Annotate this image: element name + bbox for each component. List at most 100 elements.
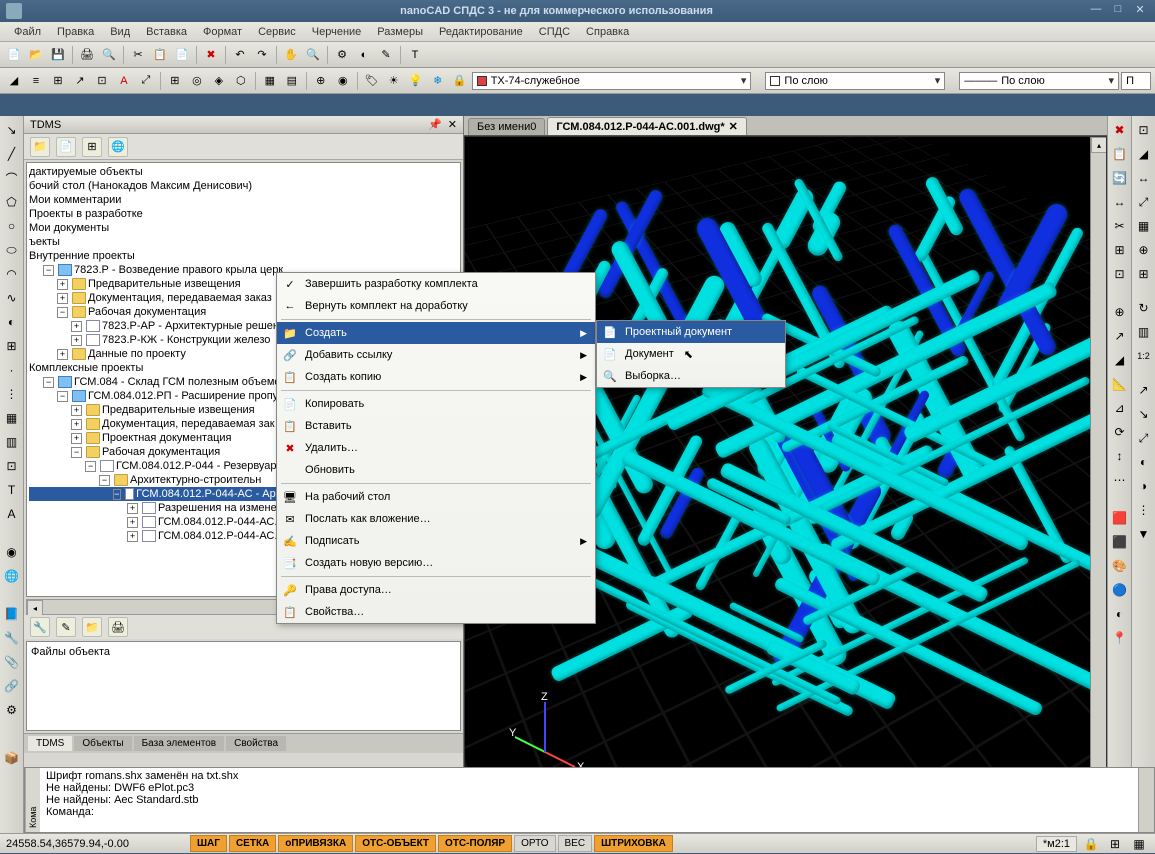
scroll-left-icon[interactable]: ◂ bbox=[27, 600, 43, 616]
submenu-item[interactable]: 🔍Выборка… bbox=[597, 365, 785, 387]
menu-размеры[interactable]: Размеры bbox=[369, 24, 431, 40]
tool-icon[interactable]: ⊞ bbox=[48, 71, 68, 91]
submenu-item[interactable]: 📄Документ⬉ bbox=[597, 343, 785, 365]
expand-icon[interactable]: − bbox=[113, 489, 121, 500]
expand-icon[interactable]: + bbox=[71, 419, 82, 430]
expand-icon[interactable]: + bbox=[57, 279, 68, 290]
tool-icon[interactable]: ▦ bbox=[260, 71, 280, 91]
tool-icon[interactable]: ▥ bbox=[2, 432, 22, 452]
tool-icon[interactable]: ⊕ bbox=[1134, 240, 1154, 260]
context-menu[interactable]: ✓Завершить разработку комплекта←Вернуть … bbox=[276, 272, 596, 624]
status-toggle-штриховка[interactable]: ШТРИХОВКА bbox=[594, 835, 673, 852]
tool-icon[interactable]: ⌒ bbox=[2, 168, 22, 188]
tool-icon[interactable]: ◐ bbox=[1134, 452, 1154, 472]
tool-icon[interactable]: ◐ bbox=[2, 312, 22, 332]
layer-combo[interactable]: ТХ-74-служебное▾ bbox=[472, 72, 752, 90]
linetype-combo[interactable]: ———По слою▾ bbox=[959, 72, 1119, 90]
tool-icon[interactable]: ⬛ bbox=[1110, 532, 1130, 552]
context-menu-item[interactable]: 📁Создать▶ bbox=[277, 322, 595, 344]
tool-icon[interactable]: ∿ bbox=[2, 288, 22, 308]
tool-icon[interactable]: ▦ bbox=[2, 408, 22, 428]
expand-icon[interactable]: + bbox=[127, 517, 138, 528]
lineweight-combo[interactable]: П bbox=[1121, 72, 1151, 90]
panel-tab[interactable]: TDMS bbox=[28, 736, 72, 751]
tool-icon[interactable]: 📐 bbox=[1110, 374, 1130, 394]
panel-tool-icon[interactable]: 📁 bbox=[30, 137, 50, 157]
tool-icon[interactable]: ⊿ bbox=[1110, 398, 1130, 418]
tool-icon[interactable]: ╱ bbox=[2, 144, 22, 164]
expand-icon[interactable]: − bbox=[71, 447, 82, 458]
tool-icon[interactable]: ⊕ bbox=[1110, 302, 1130, 322]
tool-icon[interactable]: 🔒 bbox=[1081, 834, 1101, 854]
tool-icon[interactable]: ▤ bbox=[282, 71, 302, 91]
context-menu-item[interactable]: 🔑Права доступа… bbox=[277, 579, 595, 601]
tool-icon[interactable]: 📎 bbox=[2, 652, 22, 672]
tool-icon[interactable]: ✎ bbox=[56, 617, 76, 637]
tool-icon[interactable]: ◑ bbox=[1134, 476, 1154, 496]
tool-icon[interactable]: 🔒 bbox=[450, 71, 470, 91]
tool-icon[interactable]: ◎ bbox=[187, 71, 207, 91]
tool-icon[interactable]: ↘ bbox=[1134, 404, 1154, 424]
tool-icon[interactable]: ↘ bbox=[2, 120, 22, 140]
tool-icon[interactable]: ⊞ bbox=[2, 336, 22, 356]
expand-icon[interactable]: + bbox=[71, 433, 82, 444]
tool-icon[interactable]: 📍 bbox=[1110, 628, 1130, 648]
tool-icon[interactable]: ↗ bbox=[1110, 326, 1130, 346]
expand-icon[interactable]: − bbox=[43, 265, 54, 276]
tool-icon[interactable]: ◈ bbox=[209, 71, 229, 91]
copy-icon[interactable]: 📋 bbox=[150, 45, 170, 65]
status-toggle-сетка[interactable]: СЕТКА bbox=[229, 835, 276, 852]
panel-tool-icon[interactable]: ⊞ bbox=[82, 137, 102, 157]
menu-вставка[interactable]: Вставка bbox=[138, 24, 195, 40]
panel-close-icon[interactable]: ✕ bbox=[448, 118, 457, 131]
tool-icon[interactable]: ⬠ bbox=[2, 192, 22, 212]
save-icon[interactable]: 💾 bbox=[48, 45, 68, 65]
tool-icon[interactable]: 🎨 bbox=[1110, 556, 1130, 576]
tree-node[interactable]: бочий стол (Нанокадов Максим Денисович) bbox=[29, 179, 458, 193]
tool-icon[interactable]: ◢ bbox=[1134, 144, 1154, 164]
menu-формат[interactable]: Формат bbox=[195, 24, 250, 40]
tool-icon[interactable]: ▼ bbox=[1134, 524, 1154, 544]
tool-icon[interactable]: ⤢ bbox=[136, 71, 156, 91]
context-menu-item[interactable]: 📋Вставить bbox=[277, 415, 595, 437]
menu-правка[interactable]: Правка bbox=[49, 24, 102, 40]
tool-icon[interactable]: ↔ bbox=[1134, 168, 1154, 188]
tool-icon[interactable]: 🔄 bbox=[1110, 168, 1130, 188]
expand-icon[interactable]: + bbox=[57, 293, 68, 304]
tool-icon[interactable]: ⟳ bbox=[1110, 422, 1130, 442]
tool-icon[interactable]: ⊡ bbox=[1110, 264, 1130, 284]
tool-icon[interactable]: ≡ bbox=[26, 71, 46, 91]
tool-icon[interactable]: ↗ bbox=[70, 71, 90, 91]
scroll-up-icon[interactable]: ▴ bbox=[1091, 137, 1107, 153]
tool-icon[interactable]: ⊞ bbox=[165, 71, 185, 91]
expand-icon[interactable]: + bbox=[71, 335, 82, 346]
context-menu-item[interactable]: 📋Свойства… bbox=[277, 601, 595, 623]
expand-icon[interactable]: − bbox=[99, 475, 110, 486]
tool-icon[interactable]: ☀ bbox=[384, 71, 404, 91]
menu-черчение[interactable]: Черчение bbox=[304, 24, 370, 40]
file-list[interactable]: Файлы объекта bbox=[26, 641, 461, 731]
open-icon[interactable]: 📂 bbox=[26, 45, 46, 65]
tool-icon[interactable]: ⚙ bbox=[2, 700, 22, 720]
delete-icon[interactable]: ✖ bbox=[201, 45, 221, 65]
expand-icon[interactable]: − bbox=[43, 377, 54, 388]
context-menu-item[interactable]: 📑Создать новую версию… bbox=[277, 552, 595, 574]
context-menu-item[interactable]: 🖥На рабочий стол bbox=[277, 486, 595, 508]
context-submenu[interactable]: 📄Проектный документ📄Документ⬉🔍Выборка… bbox=[596, 320, 786, 388]
expand-icon[interactable]: − bbox=[57, 307, 68, 318]
close-button[interactable]: ✕ bbox=[1131, 3, 1149, 19]
context-menu-item[interactable]: ✍Подписать▶ bbox=[277, 530, 595, 552]
tool-icon[interactable]: ⊡ bbox=[92, 71, 112, 91]
menu-спдс[interactable]: СПДС bbox=[531, 24, 578, 40]
scale-label[interactable]: 1:2 bbox=[1134, 346, 1154, 366]
expand-icon[interactable]: − bbox=[57, 391, 68, 402]
scrollbar-vertical[interactable] bbox=[1138, 768, 1154, 832]
tool-icon[interactable]: ⬭ bbox=[2, 240, 22, 260]
new-icon[interactable]: 📄 bbox=[4, 45, 24, 65]
print-icon[interactable]: 🖨 bbox=[77, 45, 97, 65]
tool-icon[interactable]: 📦 bbox=[2, 748, 22, 768]
maximize-button[interactable]: □ bbox=[1109, 3, 1127, 19]
tool-icon[interactable]: ⤢ bbox=[1134, 428, 1154, 448]
minimize-button[interactable]: — bbox=[1087, 3, 1105, 19]
tool-icon[interactable]: 🔧 bbox=[2, 628, 22, 648]
